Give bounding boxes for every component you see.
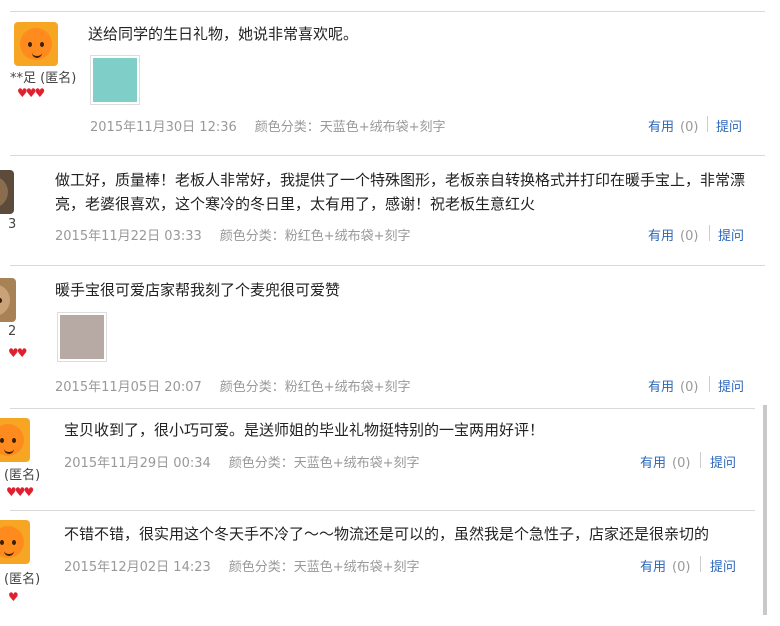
buyer-level-hearts: ♥ [8, 590, 19, 604]
user-avatar[interactable] [0, 418, 30, 462]
useful-button[interactable]: 有用 (0) [640, 556, 690, 575]
reviewer-name: (匿名) [4, 468, 41, 483]
review-text: 宝贝收到了，很小巧可爱。是送师姐的毕业礼物挺特别的一宝两用好评！ [64, 421, 545, 439]
divider [709, 376, 710, 392]
review-date: 2015年11月22日 03:33 [55, 229, 202, 244]
useful-label[interactable]: 有用 [648, 120, 674, 135]
review-meta: 2015年12月02日 14:23 颜色分类：天蓝色+绒布袋+刻字 [64, 556, 420, 575]
buyer-level-hearts: ♥♥♥ [17, 86, 45, 100]
user-avatar[interactable] [14, 22, 58, 66]
review-meta: 2015年11月30日 12:36 颜色分类：天蓝色+绒布袋+刻字 [90, 116, 446, 135]
review-separator [10, 11, 765, 12]
review-sku: 颜色分类：天蓝色+绒布袋+刻字 [254, 120, 446, 135]
useful-label[interactable]: 有用 [648, 380, 674, 395]
review-separator [10, 510, 755, 511]
review-meta: 2015年11月29日 00:34 颜色分类：天蓝色+绒布袋+刻字 [64, 452, 420, 471]
useful-count: (0) [680, 229, 699, 244]
review-date: 2015年11月29日 00:34 [64, 456, 211, 471]
review-date: 2015年12月02日 14:23 [64, 560, 211, 575]
useful-count: (0) [672, 456, 691, 471]
review-sku: 颜色分类：天蓝色+绒布袋+刻字 [228, 456, 420, 471]
review-sku: 颜色分类：粉红色+绒布袋+刻字 [219, 380, 411, 395]
reviewer-name: 2 [8, 324, 17, 339]
review-meta: 2015年11月05日 20:07 颜色分类：粉红色+绒布袋+刻字 [55, 376, 411, 395]
ask-button[interactable]: 提问 [716, 116, 742, 135]
review-date: 2015年11月05日 20:07 [55, 380, 202, 395]
review-separator [10, 265, 765, 266]
divider [700, 556, 701, 572]
useful-button[interactable]: 有用 (0) [640, 452, 690, 471]
useful-label[interactable]: 有用 [640, 560, 666, 575]
divider [707, 116, 708, 132]
divider [709, 225, 710, 241]
review-separator [10, 155, 765, 156]
divider [700, 452, 701, 468]
review-text: 做工好，质量棒！老板人非常好，我提供了一个特殊图形，老板亲自转换格式并打印在暖手… [55, 171, 746, 213]
reviewer-name: 3 [8, 217, 17, 232]
review-sku: 颜色分类：天蓝色+绒布袋+刻字 [228, 560, 420, 575]
useful-label[interactable]: 有用 [648, 229, 674, 244]
ask-button[interactable]: 提问 [718, 376, 744, 395]
review-text: 暖手宝很可爱店家帮我刻了个麦兜很可爱赞 [55, 281, 341, 299]
buyer-level-hearts: ♥♥♥ [6, 485, 34, 499]
buyer-level-hearts: ♥♥ [8, 346, 27, 360]
reviewer-name: (匿名) [4, 572, 41, 587]
useful-count: (0) [680, 380, 699, 395]
useful-label[interactable]: 有用 [640, 456, 666, 471]
ask-button[interactable]: 提问 [718, 225, 744, 244]
review-separator [10, 408, 755, 409]
reviewer-name: **足 (匿名) [10, 71, 77, 86]
scrollbar[interactable] [763, 405, 767, 615]
review-photo-thumbnail[interactable] [90, 55, 140, 105]
useful-button[interactable]: 有用 (0) [648, 376, 698, 395]
review-sku: 颜色分类：粉红色+绒布袋+刻字 [219, 229, 411, 244]
useful-count: (0) [680, 120, 699, 135]
review-text: 送给同学的生日礼物，她说非常喜欢呢。 [88, 25, 359, 43]
useful-button[interactable]: 有用 (0) [648, 116, 698, 135]
review-meta: 2015年11月22日 03:33 颜色分类：粉红色+绒布袋+刻字 [55, 225, 411, 244]
user-avatar[interactable] [0, 170, 14, 214]
ask-button[interactable]: 提问 [710, 452, 736, 471]
ask-button[interactable]: 提问 [710, 556, 736, 575]
review-text: 不错不错，很实用这个冬天手不冷了～～物流还是可以的，虽然我是个急性子，店家还是很… [64, 525, 710, 543]
user-avatar[interactable] [0, 278, 16, 322]
review-date: 2015年11月30日 12:36 [90, 120, 237, 135]
review-photo-thumbnail[interactable] [57, 312, 107, 362]
useful-count: (0) [672, 560, 691, 575]
user-avatar[interactable] [0, 520, 30, 564]
useful-button[interactable]: 有用 (0) [648, 225, 698, 244]
